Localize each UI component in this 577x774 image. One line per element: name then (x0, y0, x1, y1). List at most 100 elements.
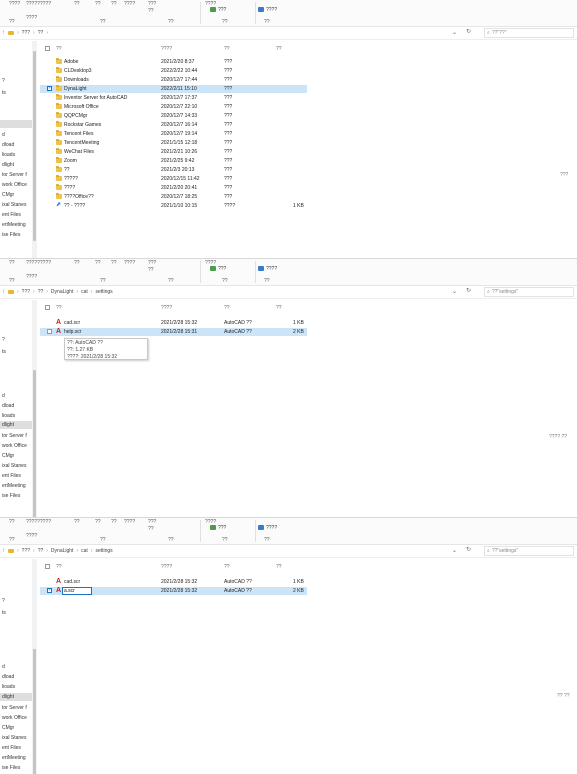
nav-item[interactable]: ertMeeting (2, 755, 26, 761)
row-checkbox[interactable] (47, 85, 52, 91)
refresh-icon[interactable]: ↻ (466, 287, 471, 294)
up-arrow-icon[interactable]: ↑ (0, 548, 7, 554)
ribbon-text[interactable]: ?? (148, 8, 154, 14)
breadcrumb-item[interactable]: ??? (22, 548, 30, 554)
scrollbar-thumb[interactable] (33, 649, 36, 774)
ribbon-text[interactable]: ?? (111, 1, 117, 7)
nav-item[interactable]: ise Files (2, 232, 20, 238)
ribbon-text[interactable]: ???? (124, 1, 135, 7)
list-item[interactable]: Inventor Server for AutoCAD 2020/12/7 17:… (40, 94, 307, 102)
nav-item[interactable]: d (2, 664, 5, 670)
ribbon-text[interactable]: ?? (95, 260, 101, 266)
select-all-checkbox[interactable] (45, 564, 50, 569)
ribbon-text[interactable]: ?? (95, 1, 101, 7)
nav-item[interactable]: dload (2, 403, 14, 409)
list-item[interactable]: Microsoft Office 2020/12/7 22:10??? (40, 103, 307, 111)
ribbon-text[interactable]: ??? (148, 260, 156, 266)
nav-item[interactable]: ? (2, 337, 5, 343)
column-date[interactable]: ???? (161, 305, 172, 311)
ribbon-text[interactable]: ?? (111, 519, 117, 525)
nav-item[interactable]: ixal Stanes (2, 202, 26, 208)
ribbon-text[interactable]: ?? (74, 1, 80, 7)
list-item-selected[interactable]: Ahelp.scr 2021/2/28 15:31 AutoCAD ?? 2 KB (40, 328, 307, 336)
column-date[interactable]: ???? (161, 564, 172, 570)
column-type[interactable]: ?? (224, 46, 230, 52)
nav-item[interactable]: d (2, 132, 5, 138)
list-item[interactable]: QQPCMgr 2020/12/7 14:33??? (40, 112, 307, 120)
nav-item[interactable]: tor Server f (2, 705, 27, 711)
ribbon-text[interactable]: ???? (124, 519, 135, 525)
nav-item[interactable]: d (2, 393, 5, 399)
nav-item[interactable]: dload (2, 674, 14, 680)
ribbon-text[interactable]: ?? (74, 519, 80, 525)
ribbon-text[interactable]: ???? (26, 533, 37, 539)
chevron-down-icon[interactable]: ⌄ (452, 547, 457, 554)
select-all-button[interactable]: ???? (258, 524, 277, 531)
column-type[interactable]: ?? (224, 305, 230, 311)
nav-item[interactable]: ts (2, 349, 6, 355)
nav-item[interactable]: work Office (2, 715, 27, 721)
select-all-button[interactable]: ???? (258, 6, 277, 13)
list-item[interactable]: TencentMeeting 2021/1/15 12:18??? (40, 139, 307, 147)
nav-item[interactable]: tor Server f (2, 433, 27, 439)
address-bar[interactable]: › ??? › ?? › (8, 28, 473, 38)
nav-item[interactable]: ertMeeting (2, 222, 26, 228)
search-input[interactable]: ⌕ ??"settings" (484, 287, 574, 297)
refresh-icon[interactable]: ↻ (466, 546, 471, 553)
column-size[interactable]: ?? (276, 305, 282, 311)
column-date[interactable]: ???? (161, 46, 172, 52)
list-item[interactable]: ????Office?? 2020/12/7 18:25??? (40, 193, 307, 201)
list-item[interactable]: ???? 2021/2/20 20:41??? (40, 184, 307, 192)
search-input[interactable]: ⌕ ??"??" (484, 28, 574, 38)
properties-button[interactable]: ??? (210, 265, 226, 272)
scrollbar-thumb[interactable] (33, 370, 36, 517)
breadcrumb-item[interactable]: DynaLight (51, 548, 74, 554)
nav-item[interactable]: ixal Stanes (2, 735, 26, 741)
list-item[interactable]: CLDesktop3 2022/2/22 10:44??? (40, 67, 307, 75)
rename-input[interactable]: a.scr (62, 587, 92, 595)
nav-item[interactable]: dload (2, 142, 14, 148)
list-item-selected[interactable]: DynaLight 2022/2/11 15:10??? (40, 85, 307, 93)
nav-scrollbar[interactable] (32, 300, 37, 517)
list-item[interactable]: ⬈?? - ???? 2021/1/10 10:15???? 1 KB (40, 202, 307, 210)
nav-item[interactable]: dlight (2, 422, 14, 428)
up-arrow-icon[interactable]: ↑ (0, 30, 7, 36)
search-input[interactable]: ⌕ ??"settings" (484, 546, 574, 556)
ribbon-text[interactable]: ???? (124, 260, 135, 266)
breadcrumb-item[interactable]: ?? (38, 30, 44, 36)
nav-item[interactable]: ent Files (2, 212, 21, 218)
column-size[interactable]: ?? (276, 46, 282, 52)
column-name[interactable]: ?? (56, 305, 62, 311)
nav-item[interactable]: work Office (2, 182, 27, 188)
nav-scrollbar[interactable] (32, 41, 37, 258)
list-item[interactable]: Acad.scr 2021/2/28 15:32 AutoCAD ?? 1 KB (40, 319, 307, 327)
breadcrumb-item[interactable]: ??? (22, 30, 30, 36)
breadcrumb-item[interactable]: ??? (22, 289, 30, 295)
breadcrumb-item[interactable]: cat (81, 289, 88, 295)
chevron-down-icon[interactable]: ⌄ (452, 288, 457, 295)
address-bar[interactable]: › ??? › ?? › DynaLight › cat › settings (8, 287, 473, 297)
nav-item[interactable]: ixal Stanes (2, 463, 26, 469)
ribbon-text[interactable]: ???? (26, 15, 37, 21)
list-item[interactable]: Rockstar Games 2020/12/7 16:14??? (40, 121, 307, 129)
nav-item[interactable]: ? (2, 598, 5, 604)
address-bar[interactable]: › ??? › ?? › DynaLight › cat › settings (8, 546, 473, 556)
column-type[interactable]: ?? (224, 564, 230, 570)
nav-item[interactable]: CMgr (2, 725, 14, 731)
chevron-down-icon[interactable]: ⌄ (452, 29, 457, 36)
properties-button[interactable]: ??? (210, 524, 226, 531)
ribbon-text[interactable]: ?? (148, 267, 154, 273)
breadcrumb-item[interactable]: settings (95, 289, 112, 295)
ribbon-text[interactable]: ??? (148, 1, 156, 7)
list-item[interactable]: Downloads 2020/12/7 17:44??? (40, 76, 307, 84)
ribbon-text[interactable]: ????????? (26, 1, 51, 7)
list-item[interactable]: Tencent Files 2020/12/7 19:14??? (40, 130, 307, 138)
ribbon-text[interactable]: ???? (26, 274, 37, 280)
breadcrumb-item[interactable]: settings (95, 548, 112, 554)
select-all-checkbox[interactable] (45, 305, 50, 310)
nav-item[interactable]: ise Files (2, 765, 20, 771)
nav-item[interactable]: ts (2, 90, 6, 96)
list-item[interactable]: Zoom 2021/2/25 9:42??? (40, 157, 307, 165)
up-arrow-icon[interactable]: ↑ (0, 289, 7, 295)
nav-item[interactable]: lioads (2, 684, 15, 690)
